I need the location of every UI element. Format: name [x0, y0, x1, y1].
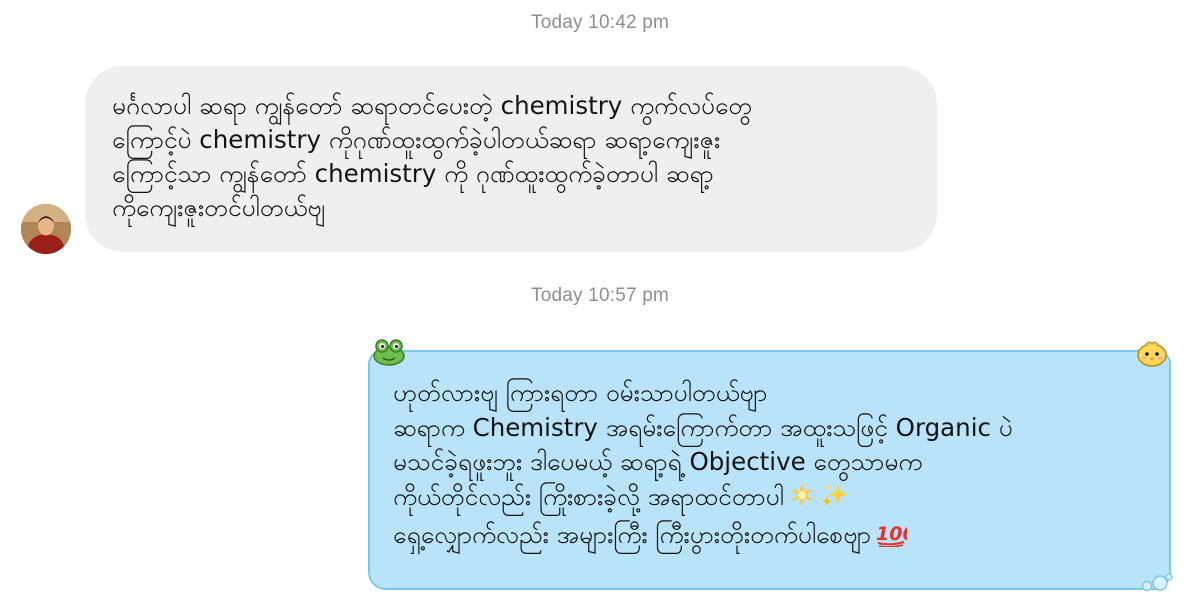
message-line-with-emoji: ကိုယ်တိုင်လည်း ကြိုးစားခဲ့လို့ အရာထင်တာပ…: [393, 480, 1149, 519]
message-line-text: ရှေ့လျှောက်လည်း အများကြီး ကြီးပွားတိုးတက…: [393, 520, 872, 549]
message-line-with-emoji: ရှေ့လျှောက်လည်း အများကြီး ကြီးပွားတိုးတက…: [393, 518, 1149, 557]
message-line: မသင်ခဲ့ရဖူးဘူး ဒါပေမယ့် ဆရာ့ရဲ့ Objectiv…: [393, 447, 923, 476]
timestamp: Today 10:57 pm: [531, 285, 669, 306]
message-line: ဆရာက Chemistry အရမ်းကြောက်တာ အထူးသဖြင့် …: [393, 412, 1013, 442]
message-line: ကြောင့်ပဲ chemistry ကိုဂုဏ်ထူးထွက်ခဲ့ပါတ…: [112, 125, 721, 154]
message-line-text: ကိုယ်တိုင်လည်း ကြိုးစားခဲ့လို့ အရာထင်တာပ…: [393, 481, 784, 511]
incoming-message-bubble[interactable]: မင်္ဂလာပါ ဆရာ ကျွန်တော် ဆရာတင်ပေးတဲ့ che…: [85, 66, 937, 252]
glowing-star-icon: [788, 481, 816, 519]
avatar-photo-icon: [21, 204, 71, 254]
message-line: ဟုတ်လားဗျ ကြားရတာ ဝမ်းသာပါတယ်ဗျာ: [393, 378, 768, 407]
chick-sticker-icon: [1137, 341, 1167, 367]
message-line: ကြောင့်သာ ကျွန်တော် chemistry ကို ဂုဏ်ထူ…: [112, 159, 714, 188]
frog-sticker-icon: [373, 339, 405, 366]
hundred-points-icon: 100: [875, 519, 916, 557]
message-line: ကိုကျေးဇူးတင်ပါတယ်ဗျ: [112, 193, 326, 222]
message-line: မင်္ဂလာပါ ဆရာ ကျွန်တော် ဆရာတင်ပေးတဲ့ che…: [112, 91, 753, 120]
water-bubbles-icon: [1141, 573, 1173, 592]
avatar[interactable]: [21, 204, 71, 254]
sparkles-icon: [820, 481, 850, 519]
outgoing-message-bubble[interactable]: ဟုတ်လားဗျ ကြားရတာ ဝမ်းသာပါတယ်ဗျာ ဆရာက Ch…: [368, 350, 1171, 590]
timestamp: Today 10:42 pm: [531, 12, 669, 33]
